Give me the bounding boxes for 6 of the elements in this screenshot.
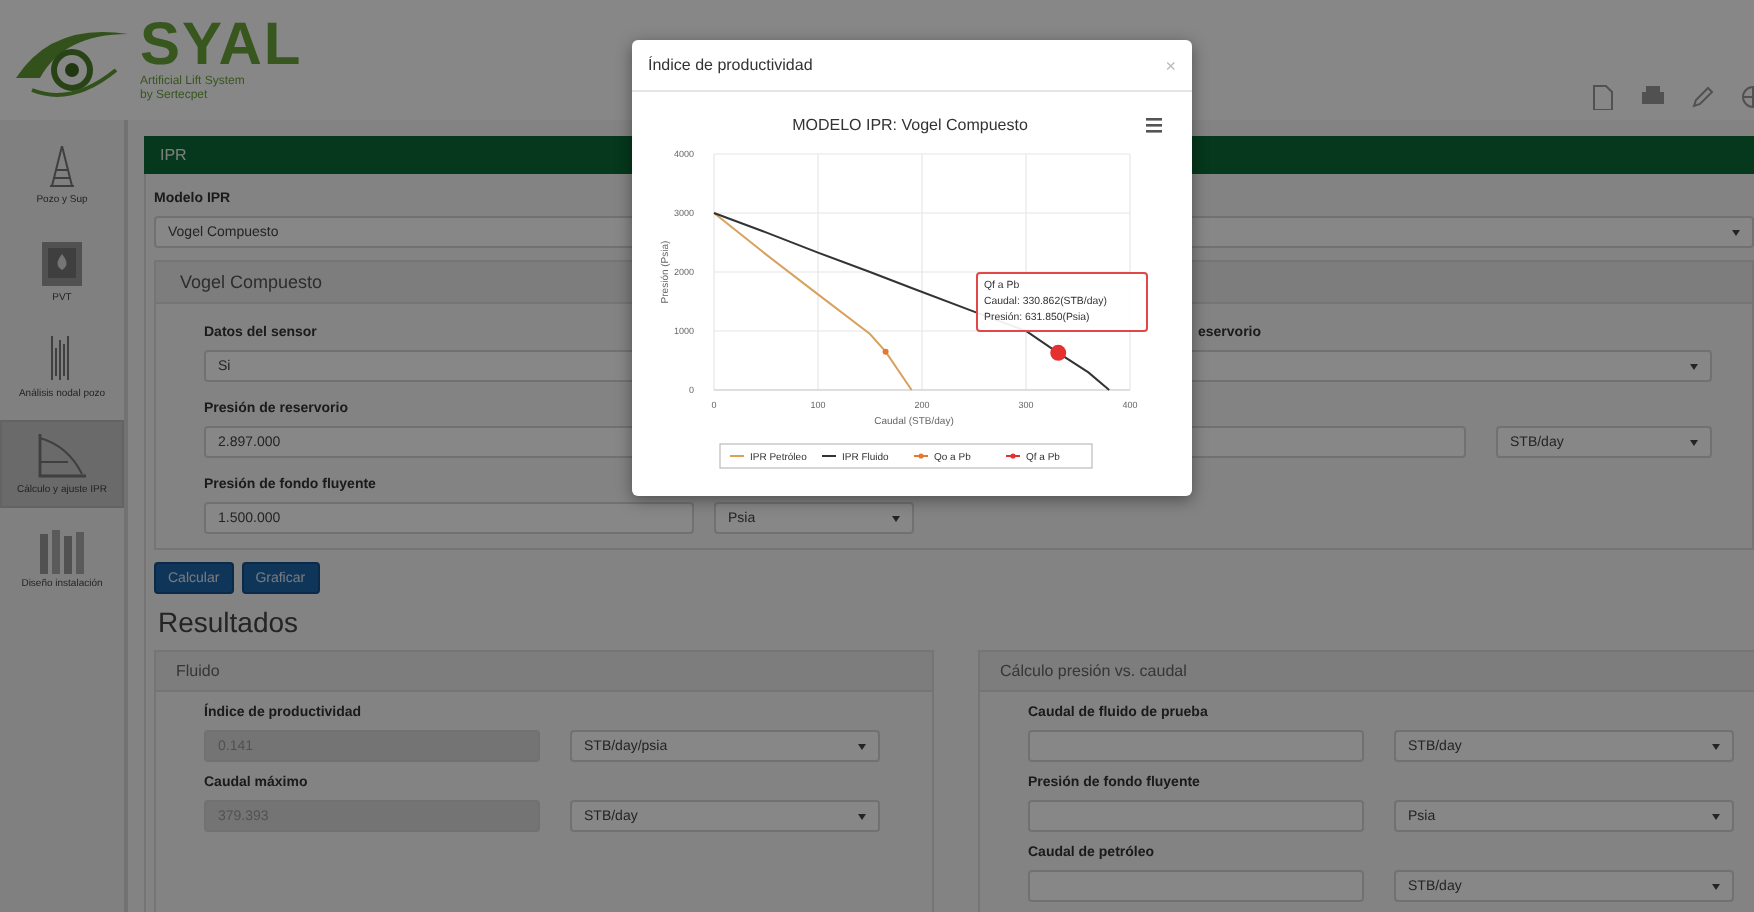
section-title: Resultados <box>158 606 299 638</box>
logo-text: SYAL <box>140 16 303 76</box>
panel-header: Fluido <box>156 652 932 692</box>
modal-title: Índice de productividad <box>648 56 813 74</box>
chart-title: MODELO IPR: Vogel Compuesto <box>792 116 1028 134</box>
panel-header: Cálculo presión vs. caudal <box>980 652 1754 692</box>
